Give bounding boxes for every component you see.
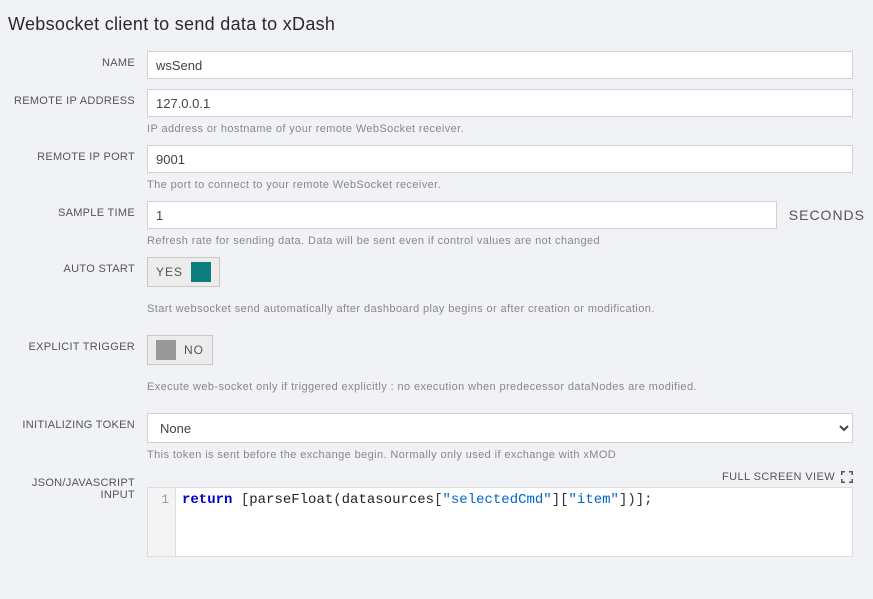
label-remote-port: REMOTE IP PORT [2,145,147,163]
hint-auto-start: Start websocket send automatically after… [147,303,853,315]
hint-remote-ip: IP address or hostname of your remote We… [147,123,853,135]
auto-start-toggle[interactable]: YES [147,257,220,287]
explicit-trigger-toggle[interactable]: NO [147,335,213,365]
code-editor[interactable]: 1 return [parseFloat(datasources["select… [147,487,853,557]
hint-init-token: This token is sent before the exchange b… [147,449,853,461]
label-auto-start: AUTO START [2,257,147,275]
sample-time-input[interactable] [147,201,777,229]
label-explicit-trigger: EXPLICIT TRIGGER [2,335,147,353]
init-token-select[interactable]: None [147,413,853,443]
toggle-off-icon [156,340,176,360]
toggle-on-icon [191,262,211,282]
label-name: NAME [2,51,147,69]
sample-time-unit: SECONDS [789,201,865,223]
hint-remote-port: The port to connect to your remote WebSo… [147,179,853,191]
fullscreen-button[interactable]: FULL SCREEN VIEW [147,471,853,487]
auto-start-state: YES [156,265,183,279]
explicit-trigger-state: NO [184,343,204,357]
remote-port-input[interactable] [147,145,853,173]
remote-ip-input[interactable] [147,89,853,117]
code-gutter: 1 [148,488,176,556]
page-title: Websocket client to send data to xDash [2,8,865,51]
fullscreen-icon [841,471,853,483]
fullscreen-label: FULL SCREEN VIEW [722,471,835,483]
label-init-token: INITIALIZING TOKEN [2,413,147,431]
code-area[interactable]: return [parseFloat(datasources["selected… [176,488,852,556]
label-sample-time: SAMPLE TIME [2,201,147,219]
label-remote-ip: REMOTE IP ADDRESS [2,89,147,107]
hint-sample-time: Refresh rate for sending data. Data will… [147,235,777,247]
hint-explicit-trigger: Execute web-socket only if triggered exp… [147,381,853,393]
name-input[interactable] [147,51,853,79]
label-js-input: JSON/JAVASCRIPT INPUT [2,471,147,501]
